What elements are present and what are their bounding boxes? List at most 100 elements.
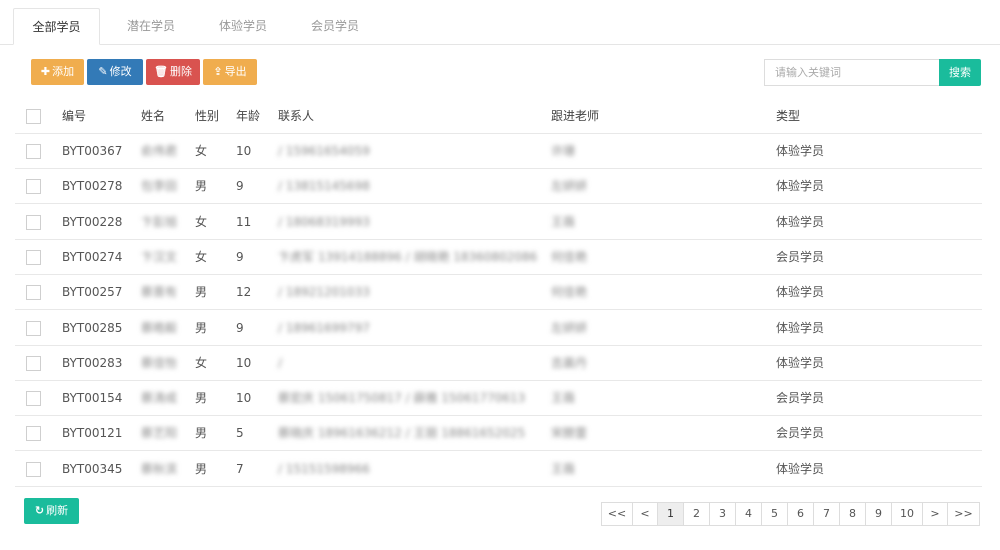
cell-age: 7 <box>236 461 244 476</box>
row-checkbox[interactable] <box>26 391 41 407</box>
column-header-age[interactable]: 年龄 <box>236 99 260 134</box>
table-row[interactable]: BYT00283 蔡佳怡 女 10 / 吉晨丹 体验学员 <box>15 346 982 381</box>
page-button-8[interactable]: 7 <box>813 502 840 526</box>
cell-teacher: 许珊 <box>551 144 576 158</box>
table-row[interactable]: BYT00278 包李田 男 9 / 13815145698 左妍妍 体验学员 <box>15 169 982 205</box>
cell-contact: 蔡晓庆 18961636212 / 王丽 18861652025 <box>278 426 526 441</box>
table-row[interactable]: BYT00274 卞汉文 女 9 卞虎军 13914188896 / 胡晓艳 18360… <box>15 240 982 275</box>
cell-teacher: 王薇 <box>551 214 576 229</box>
cell-contact: / 15961654059 <box>278 144 370 158</box>
page-button-6[interactable]: 5 <box>761 502 788 526</box>
tab-potential-students[interactable]: 潜在学员 <box>108 8 194 45</box>
row-checkbox[interactable] <box>26 144 41 159</box>
cell-age: 10 <box>236 355 252 370</box>
column-header-teacher[interactable]: 跟进老师 <box>551 99 599 134</box>
cell-type: 会员学员 <box>776 391 825 406</box>
table-row[interactable]: BYT00285 蔡皓毅 男 9 / 18961699797 左妍妍 体验学员 <box>15 311 982 346</box>
page-button-5[interactable]: 4 <box>735 502 762 526</box>
cell-contact: / 18921201033 <box>278 285 370 300</box>
edit-button-label: 修改 <box>109 65 132 78</box>
row-checkbox[interactable] <box>26 320 41 336</box>
page-button-13[interactable]: >> <box>947 502 980 526</box>
page-button-3[interactable]: 2 <box>683 502 710 526</box>
page-button-12[interactable]: > <box>922 502 948 526</box>
edit-button[interactable]: ✎ 修改 <box>87 59 143 85</box>
cell-teacher: 左妍妍 <box>551 320 588 335</box>
page-button-11[interactable]: 10 <box>891 502 923 526</box>
cell-teacher: 左妍妍 <box>551 179 588 194</box>
select-all-checkbox[interactable] <box>26 109 41 124</box>
table-row[interactable]: BYT00121 蔡艺阳 男 5 蔡晓庆 18961636212 / 王丽 188616… <box>15 416 982 452</box>
cell-gender: 男 <box>195 320 208 335</box>
row-checkbox[interactable] <box>26 426 41 442</box>
cell-id: BYT00154 <box>62 391 123 406</box>
cell-id: BYT00228 <box>62 214 123 229</box>
row-checkbox[interactable] <box>26 461 41 477</box>
page-button-7[interactable]: 6 <box>787 502 814 526</box>
search-button[interactable]: 搜索 <box>939 59 981 86</box>
cell-contact: 蔡宏庆 15061750817 / 薛雅 15061770613 <box>278 391 526 406</box>
table-row[interactable]: BYT00228 卞彭旭 女 11 / 18068319993 王薇 体验学员 <box>15 205 982 240</box>
tab-bar: 全部学员 潜在学员 体验学员 会员学员 <box>0 0 1000 45</box>
export-button[interactable]: ⇪ 导出 <box>203 59 257 85</box>
table-header-row: 编号 姓名 性别 年龄 联系人 跟进老师 类型 <box>15 99 982 134</box>
row-checkbox[interactable] <box>26 179 41 195</box>
cell-contact: / 18068319993 <box>278 214 370 229</box>
cell-gender: 女 <box>195 214 208 229</box>
row-checkbox[interactable] <box>26 214 41 230</box>
table-row[interactable]: BYT00367 俞伟君 女 10 / 15961654059 许珊 体验学员 <box>15 134 982 169</box>
cell-type: 体验学员 <box>776 144 825 158</box>
cell-name: 卞彭旭 <box>141 214 178 229</box>
tab-trial-students[interactable]: 体验学员 <box>200 8 286 45</box>
tab-all-students[interactable]: 全部学员 <box>13 8 100 45</box>
add-button-label: 添加 <box>52 65 75 78</box>
cell-type: 体验学员 <box>776 461 825 476</box>
row-checkbox[interactable] <box>26 285 41 301</box>
cell-type: 体验学员 <box>776 320 825 335</box>
cell-teacher: 王薇 <box>551 461 576 476</box>
cell-name: 蔡皓毅 <box>141 320 178 335</box>
cell-teacher: 宋膀蕾 <box>551 426 588 441</box>
refresh-button[interactable]: ↻ 刷新 <box>24 498 79 524</box>
cell-id: BYT00345 <box>62 461 123 476</box>
cell-type: 体验学员 <box>776 285 825 300</box>
cell-type: 体验学员 <box>776 214 825 229</box>
cell-contact: / <box>278 355 283 370</box>
cell-contact: / 13815145698 <box>278 179 370 194</box>
refresh-button-label: 刷新 <box>46 504 69 517</box>
export-icon: ⇪ <box>213 65 223 78</box>
page-button-9[interactable]: 8 <box>839 502 866 526</box>
table-row[interactable]: BYT00345 蔡秋滨 男 7 / 15151598966 王薇 体验学员 <box>15 452 982 487</box>
cell-age: 9 <box>236 320 244 335</box>
row-checkbox[interactable] <box>26 355 41 371</box>
cell-id: BYT00274 <box>62 249 123 264</box>
cell-age: 9 <box>236 179 244 194</box>
column-header-name[interactable]: 姓名 <box>141 99 165 134</box>
cell-name: 蔡晋有 <box>141 285 178 300</box>
page-button-0[interactable]: << <box>601 502 633 526</box>
cell-contact: / 18961699797 <box>278 320 370 335</box>
edit-icon: ✎ <box>98 65 108 78</box>
page-button-4[interactable]: 3 <box>709 502 736 526</box>
cell-type: 体验学员 <box>776 179 825 194</box>
delete-button[interactable]: 🗑 删除 <box>146 59 200 85</box>
column-header-type[interactable]: 类型 <box>776 99 800 134</box>
row-checkbox[interactable] <box>26 249 41 265</box>
table-row[interactable]: BYT00257 蔡晋有 男 12 / 18921201033 何佳艳 体验学员 <box>15 275 982 311</box>
add-button[interactable]: ✚ 添加 <box>31 59 84 85</box>
cell-name: 蔡艺阳 <box>141 426 178 441</box>
cell-name: 俞伟君 <box>141 144 178 158</box>
column-header-id[interactable]: 编号 <box>62 99 86 134</box>
tab-member-students[interactable]: 会员学员 <box>292 8 378 45</box>
search-input[interactable] <box>764 59 939 86</box>
cell-age: 5 <box>236 426 244 441</box>
page-button-1[interactable]: < <box>632 502 658 526</box>
column-header-contact[interactable]: 联系人 <box>278 99 314 134</box>
cell-gender: 男 <box>195 461 208 476</box>
table-row[interactable]: BYT00154 蔡涛成 男 10 蔡宏庆 15061750817 / 薛雅 15061… <box>15 381 982 417</box>
cell-age: 11 <box>236 214 252 229</box>
page-button-10[interactable]: 9 <box>865 502 892 526</box>
column-header-gender[interactable]: 性别 <box>195 99 219 134</box>
cell-gender: 男 <box>195 179 208 194</box>
page-button-2[interactable]: 1 <box>657 502 684 526</box>
